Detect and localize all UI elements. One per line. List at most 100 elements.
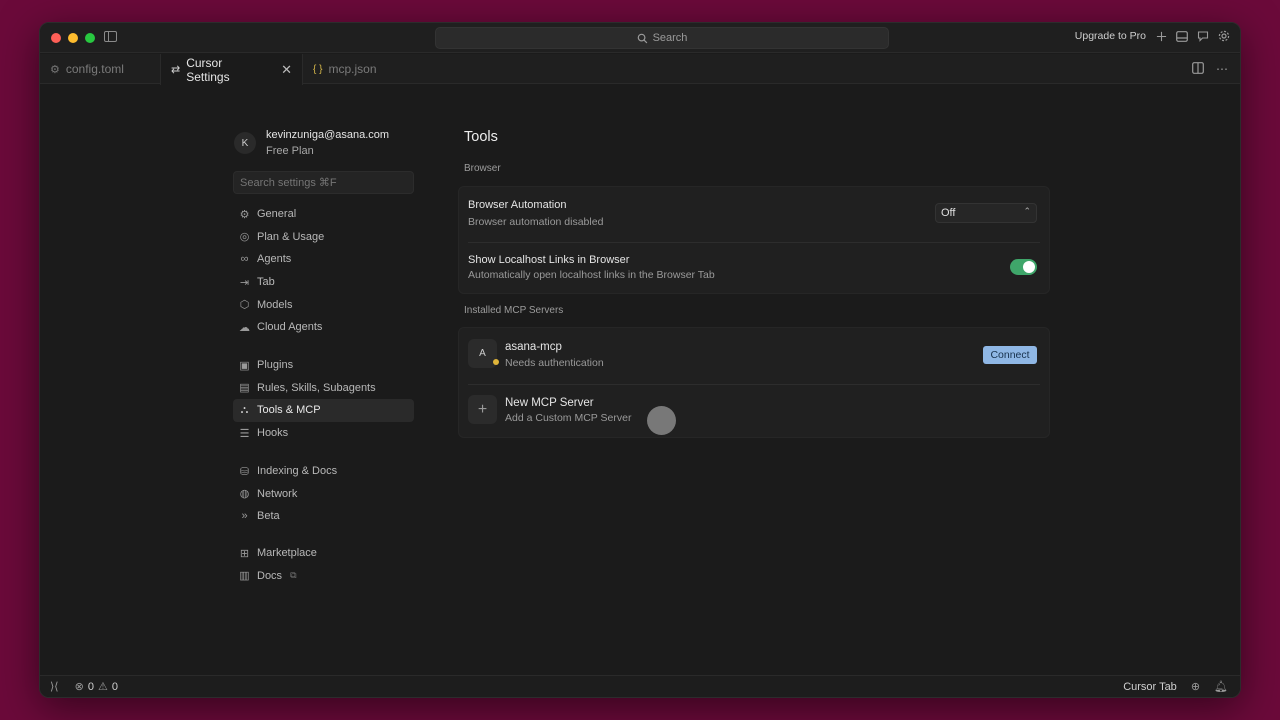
tab-cursor-settings[interactable]: ⇄ Cursor Settings ✕ — [160, 54, 303, 85]
sidebar-item-network[interactable]: ◍ Network — [233, 483, 414, 506]
settings-gear-icon[interactable] — [1218, 30, 1230, 42]
browser-settings-card: Browser Automation Browser automation di… — [458, 186, 1050, 294]
sidebar-item-label: Indexing & Docs — [257, 465, 338, 478]
chevrons-right-icon: » — [241, 510, 248, 523]
warning-count: 0 — [111, 680, 118, 693]
more-options-icon[interactable]: ⋯ — [1216, 62, 1228, 77]
zoom-icon[interactable]: ⊕ — [1191, 680, 1200, 693]
sidebar-item-indexing-docs[interactable]: ⛁ Indexing & Docs — [233, 460, 414, 483]
sidebar-item-docs[interactable]: ▥ Docs ⧉ — [233, 565, 414, 588]
close-window-button[interactable] — [51, 33, 61, 43]
settings-search-input[interactable] — [233, 171, 414, 194]
app-window: Search Upgrade to Pro ⚙ config.toml ⇄ Cu… — [39, 22, 1241, 698]
server-status: Needs authentication — [505, 357, 604, 369]
tabbar-actions: ⋯ — [1192, 62, 1228, 77]
infinity-icon: ∞ — [240, 253, 249, 266]
sidebar-item-label: Cloud Agents — [257, 321, 323, 334]
chat-icon[interactable] — [1197, 30, 1209, 42]
sidebar-item-general[interactable]: ⚙ General — [233, 203, 414, 226]
sidebar-item-agents[interactable]: ∞ Agents — [233, 248, 414, 271]
profile-plan: Free Plan — [266, 145, 314, 157]
new-mcp-server-description: Add a Custom MCP Server — [505, 412, 632, 424]
section-heading-browser: Browser — [464, 163, 501, 174]
editor-tab-bar: ⚙ config.toml ⇄ Cursor Settings ✕ { } mc… — [40, 54, 1240, 85]
book-icon: ▥ — [239, 570, 250, 583]
titlebar-actions: Upgrade to Pro — [1075, 30, 1230, 42]
command-search-bar[interactable]: Search — [435, 27, 889, 49]
mouse-cursor-indicator — [647, 406, 676, 435]
document-icon: ▤ — [239, 382, 250, 395]
plus-icon[interactable] — [1155, 30, 1167, 42]
sidebar-item-cloud-agents[interactable]: ☁ Cloud Agents — [233, 316, 414, 339]
error-icon: ⊗ — [74, 681, 84, 693]
statusbar-left: ⟩⟨ ⊗ 0 ⚠ 0 — [50, 680, 118, 694]
window-controls — [51, 33, 95, 43]
external-link-icon: ⧉ — [290, 570, 297, 581]
sidebar-item-label: Tab — [257, 276, 275, 289]
upgrade-to-pro-link[interactable]: Upgrade to Pro — [1075, 30, 1146, 42]
server-initial: A — [479, 348, 486, 359]
sidebar-item-label: Plugins — [257, 359, 294, 372]
select-value: Off — [941, 207, 956, 219]
panel-layout-icon[interactable] — [1176, 30, 1188, 42]
close-tab-icon[interactable]: ✕ — [281, 62, 292, 78]
page-title: Tools — [464, 129, 498, 145]
bell-icon[interactable]: 🔔︎ — [1214, 680, 1228, 693]
sidebar-item-label: Marketplace — [257, 547, 317, 560]
sidebar-item-label: Docs — [257, 569, 283, 582]
toggle-knob — [1023, 261, 1035, 273]
avatar: K — [234, 132, 256, 154]
sidebar-item-label: Tools & MCP — [257, 404, 321, 417]
browser-automation-title: Browser Automation — [468, 199, 567, 211]
divider — [468, 242, 1040, 243]
cursor-tab-status[interactable]: Cursor Tab — [1123, 681, 1177, 693]
sidebar-item-label: Models — [257, 298, 293, 311]
sidebar-item-plan-usage[interactable]: ◎ Plan & Usage — [233, 226, 414, 249]
sidebar-item-rules[interactable]: ▤ Rules, Skills, Subagents — [233, 377, 414, 400]
sidebar-toggle-icon[interactable] — [104, 31, 117, 42]
sidebar-item-tab[interactable]: ⇥ Tab — [233, 271, 414, 294]
localhost-links-toggle[interactable] — [1010, 259, 1037, 275]
search-icon — [637, 33, 647, 43]
mcp-servers-card: A asana-mcp Needs authentication Connect… — [458, 327, 1050, 438]
sidebar-item-label: Plan & Usage — [257, 230, 325, 243]
divider — [468, 384, 1040, 385]
browser-automation-select[interactable]: Off ⌃ — [935, 203, 1037, 223]
localhost-links-row: Show Localhost Links in Browser Automati… — [468, 254, 715, 281]
sidebar-item-models[interactable]: ⬡ Models — [233, 293, 414, 316]
problems-indicator[interactable]: ⊗ 0 ⚠ 0 — [74, 680, 118, 694]
sidebar-item-marketplace[interactable]: ⊞ Marketplace — [233, 542, 414, 565]
sidebar-item-beta[interactable]: » Beta — [233, 505, 414, 528]
minimize-window-button[interactable] — [68, 33, 78, 43]
statusbar-right: Cursor Tab ⊕ 🔔︎ — [1123, 680, 1228, 694]
new-mcp-server-row[interactable]: New MCP Server Add a Custom MCP Server — [505, 397, 631, 424]
remote-icon[interactable]: ⟩⟨ — [50, 680, 59, 693]
gear-icon: ⚙ — [50, 63, 60, 76]
sidebar-item-label: Hooks — [257, 427, 289, 440]
tab-config-toml[interactable]: ⚙ config.toml — [40, 54, 160, 84]
user-profile: K kevinzuniga@asana.com Free Plan — [234, 129, 389, 157]
maximize-window-button[interactable] — [85, 33, 95, 43]
connect-button[interactable]: Connect — [983, 346, 1037, 364]
split-editor-icon[interactable] — [1192, 62, 1204, 77]
tab-mcp-json[interactable]: { } mcp.json — [303, 54, 403, 84]
plus-icon[interactable]: + — [468, 395, 497, 424]
settings-nav-group-4: ⊞ Marketplace ▥ Docs ⧉ — [233, 542, 414, 587]
sidebar-item-plugins[interactable]: ▣ Plugins — [233, 354, 414, 377]
sidebar-item-label: Network — [257, 487, 298, 500]
sidebar-item-tools-mcp[interactable]: ⛬ Tools & MCP — [233, 399, 414, 422]
localhost-links-description: Automatically open localhost links in th… — [468, 269, 715, 281]
browser-automation-row: Browser Automation Browser automation di… — [468, 199, 603, 228]
error-count: 0 — [87, 680, 94, 693]
sidebar-item-label: Agents — [257, 253, 292, 266]
cloud-icon: ☁ — [239, 321, 250, 334]
new-mcp-server-title: New MCP Server — [505, 397, 594, 409]
sidebar-item-label: General — [257, 208, 297, 221]
tab-arrow-icon: ⇥ — [239, 276, 250, 289]
globe-icon: ◍ — [239, 488, 250, 501]
database-icon: ⛁ — [239, 465, 250, 478]
plan-icon: ◎ — [239, 231, 250, 244]
chevron-updown-icon: ⌃ — [1023, 206, 1031, 216]
sidebar-item-hooks[interactable]: ☰ Hooks — [233, 422, 414, 445]
tab-label: Cursor Settings — [186, 55, 230, 84]
